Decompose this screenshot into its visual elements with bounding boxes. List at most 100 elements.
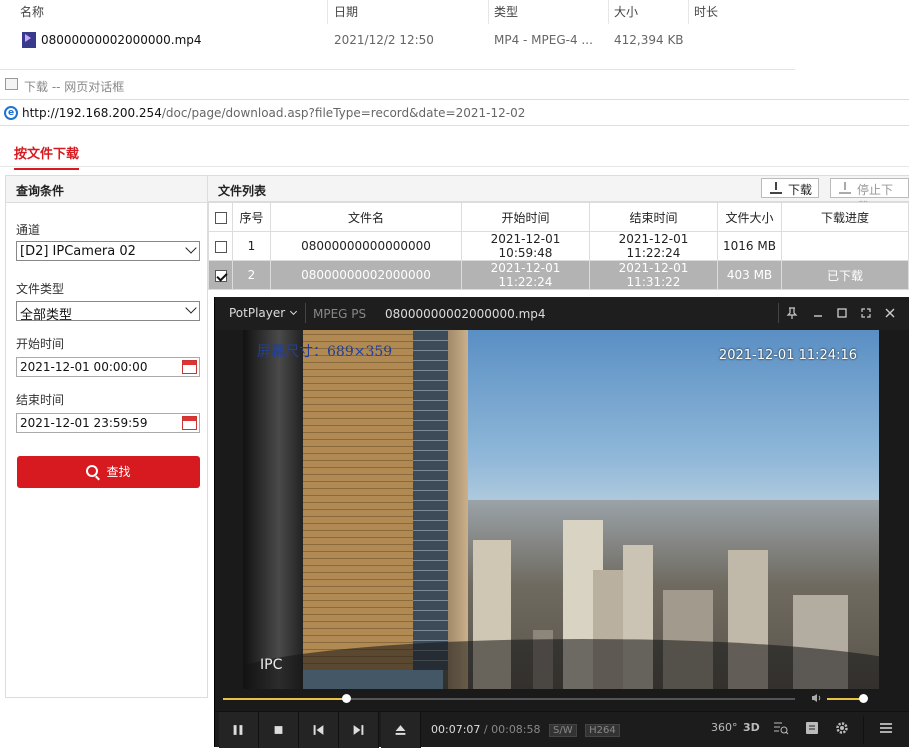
stop-button[interactable] — [259, 712, 299, 748]
video-frame[interactable]: 屏幕尺寸：689×359 2021-12-01 11:24:16 — [243, 330, 879, 689]
start-time-label: 开始时间 — [16, 337, 65, 351]
col-filename: 文件名 — [270, 202, 462, 232]
file-table: 序号 文件名 开始时间 结束时间 文件大小 下载进度 1 08000000000… — [208, 202, 909, 290]
file-list-header: 文件列表 下载 停止下载 — [208, 175, 909, 214]
pause-button[interactable] — [219, 712, 259, 748]
row-index: 2 — [232, 260, 271, 290]
osd-timestamp: 2021-12-01 11:24:16 — [718, 348, 857, 363]
row-start: 2021-12-01 10:59:48 — [461, 231, 590, 261]
calendar-icon[interactable] — [182, 416, 197, 430]
time-current: 00:07:07 — [431, 723, 481, 736]
titlebar-divider — [305, 303, 306, 323]
table-row[interactable]: 2 08000000002000000 2021-12-01 11:22:24 … — [208, 260, 909, 290]
column-name[interactable]: 名称 — [20, 3, 44, 20]
row-size: 1016 MB — [717, 231, 782, 261]
seek-handle[interactable] — [341, 694, 351, 703]
select-all-checkbox[interactable] — [214, 211, 227, 224]
explorer-file-list: 名称 日期 类型 大小 时长 08000000002000000.mp4 202… — [0, 0, 795, 70]
player-titlebar[interactable]: PotPlayer MPEG PS 08000000002000000.mp4 — [215, 297, 909, 330]
pin-icon[interactable] — [785, 306, 799, 320]
time-separator: / — [480, 723, 492, 736]
sw-decoder-badge[interactable]: S/W — [549, 724, 577, 737]
maximize-icon[interactable] — [835, 306, 849, 320]
video-building — [243, 330, 468, 689]
row-progress — [781, 231, 909, 261]
filetype-select[interactable]: 全部类型 — [16, 301, 200, 323]
titlebar-divider — [778, 303, 779, 323]
url-host: http://192.168.200.254 — [22, 106, 162, 120]
volume-handle[interactable] — [859, 694, 868, 703]
explorer-file-date: 2021/12/2 12:50 — [334, 33, 434, 47]
query-panel-header: 查询条件 — [6, 176, 207, 203]
time-display: 00:07:07 / 00:08:58 S/W H264 — [431, 723, 620, 737]
chevron-down-icon — [290, 307, 298, 316]
close-icon[interactable] — [883, 306, 897, 320]
column-type[interactable]: 类型 — [494, 3, 518, 20]
row-checkbox[interactable] — [214, 240, 227, 253]
download-button-label: 下载 — [788, 183, 813, 197]
row-progress: 已下载 — [781, 260, 909, 290]
player-brand: PotPlayer — [229, 306, 286, 320]
volume-fill — [827, 698, 863, 700]
end-time-label: 结束时间 — [16, 393, 65, 407]
3d-icon[interactable]: 3D — [743, 721, 760, 734]
file-list-title: 文件列表 — [218, 184, 267, 198]
eject-button[interactable] — [381, 712, 421, 748]
table-header-row: 序号 文件名 开始时间 结束时间 文件大小 下载进度 — [208, 202, 909, 232]
seek-bar[interactable] — [215, 689, 909, 707]
row-size: 403 MB — [717, 260, 782, 290]
row-checkbox-cell — [208, 231, 233, 261]
volume-icon[interactable] — [811, 693, 822, 706]
column-duration[interactable]: 时长 — [694, 3, 718, 20]
search-button[interactable]: 查找 — [17, 456, 200, 488]
menu-icon[interactable] — [879, 721, 893, 738]
query-panel: 查询条件 通道 [D2] IPCamera 02 文件类型 全部类型 开始时间 … — [5, 175, 208, 698]
stop-download-button[interactable]: 停止下载 — [830, 178, 909, 214]
end-time-input[interactable]: 2021-12-01 23:59:59 — [16, 413, 200, 433]
fullscreen-icon[interactable] — [859, 306, 873, 320]
row-checkbox-cell — [208, 260, 233, 290]
column-divider — [327, 0, 328, 24]
channel-label: 通道 — [16, 223, 41, 237]
row-checkbox[interactable] — [214, 269, 227, 282]
explorer-file-name[interactable]: 08000000002000000.mp4 — [41, 33, 202, 47]
next-button[interactable] — [339, 712, 379, 748]
channel-select[interactable]: [D2] IPCamera 02 — [16, 241, 200, 261]
dialog-window-icon — [5, 78, 18, 90]
address-url[interactable]: http://192.168.200.254/doc/page/download… — [22, 106, 525, 120]
filetype-label: 文件类型 — [16, 282, 65, 296]
dialog-titlebar[interactable]: 下载 -- 网页对话框 — [0, 70, 909, 100]
player-format: MPEG PS — [313, 307, 367, 321]
potplayer-window: PotPlayer MPEG PS 08000000002000000.mp4 — [214, 297, 909, 748]
playlist-search-icon[interactable] — [773, 721, 789, 738]
tab-divider — [0, 166, 909, 167]
col-size: 文件大小 — [717, 202, 782, 232]
minimize-icon[interactable] — [811, 306, 825, 320]
codec-badge[interactable]: H264 — [585, 724, 620, 737]
search-icon — [86, 465, 99, 477]
download-icon — [770, 182, 782, 194]
explorer-file-size: 412,394 KB — [614, 33, 684, 47]
column-size[interactable]: 大小 — [614, 3, 638, 20]
calendar-icon[interactable] — [182, 360, 197, 374]
table-row[interactable]: 1 08000000000000000 2021-12-01 10:59:48 … — [208, 231, 909, 261]
start-time-input[interactable]: 2021-12-01 00:00:00 — [16, 357, 200, 377]
previous-button[interactable] — [299, 712, 339, 748]
player-controls: 00:07:07 / 00:08:58 S/W H264 360° 3D — [215, 711, 909, 748]
column-divider — [688, 0, 689, 24]
select-all-cell — [208, 202, 233, 232]
col-index: 序号 — [232, 202, 271, 232]
player-menu-button[interactable]: PotPlayer — [215, 297, 305, 330]
end-time-value: 2021-12-01 23:59:59 — [20, 416, 148, 430]
col-start: 开始时间 — [461, 202, 590, 232]
settings-gear-icon[interactable] — [835, 721, 849, 738]
filetype-select-value: 全部类型 — [20, 308, 73, 323]
osd-ipc-label: IPC — [260, 657, 283, 673]
column-date[interactable]: 日期 — [334, 3, 358, 20]
col-progress: 下载进度 — [781, 202, 909, 232]
subtitle-icon[interactable] — [805, 721, 819, 738]
vr-360-icon[interactable]: 360° — [711, 721, 738, 734]
chevron-down-icon — [185, 242, 197, 254]
chevron-down-icon — [185, 302, 197, 314]
download-button[interactable]: 下载 — [761, 178, 820, 198]
